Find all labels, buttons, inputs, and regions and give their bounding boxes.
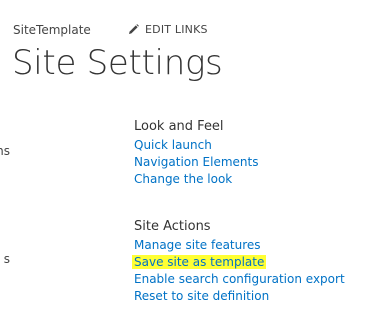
list-item: Quick launch bbox=[134, 137, 258, 154]
section-heading-look-and-feel: Look and Feel bbox=[134, 119, 224, 134]
list-item: Enable search configuration export bbox=[134, 271, 345, 288]
list-item: Change the look bbox=[134, 171, 258, 188]
look-and-feel-links: Quick launch Navigation Elements Change … bbox=[134, 137, 258, 188]
site-settings-page: SiteTemplate EDIT LINKS Site Settings ns… bbox=[0, 0, 378, 322]
list-item: Save site as template bbox=[132, 254, 345, 271]
link-manage-site-features[interactable]: Manage site features bbox=[134, 238, 261, 252]
site-actions-links: Manage site features Save site as templa… bbox=[132, 237, 345, 305]
section-heading-site-actions: Site Actions bbox=[134, 219, 211, 234]
breadcrumb-site-name[interactable]: SiteTemplate bbox=[13, 23, 91, 37]
list-item: Manage site features bbox=[134, 237, 345, 254]
page-title: Site Settings bbox=[12, 43, 223, 83]
list-item: Reset to site definition bbox=[134, 288, 345, 305]
edit-links-label: EDIT LINKS bbox=[145, 23, 208, 36]
link-quick-launch[interactable]: Quick launch bbox=[134, 138, 212, 152]
link-save-site-as-template[interactable]: Save site as template bbox=[132, 255, 267, 269]
list-item: Navigation Elements bbox=[134, 154, 258, 171]
clipped-left-text: s bbox=[3, 252, 10, 266]
link-change-the-look[interactable]: Change the look bbox=[134, 172, 232, 186]
clipped-left-text: ns bbox=[0, 144, 10, 158]
link-reset-to-site-definition[interactable]: Reset to site definition bbox=[134, 289, 269, 303]
link-enable-search-configuration-export[interactable]: Enable search configuration export bbox=[134, 272, 345, 286]
edit-links-button[interactable]: EDIT LINKS bbox=[128, 23, 208, 36]
link-navigation-elements[interactable]: Navigation Elements bbox=[134, 155, 258, 169]
pencil-icon bbox=[128, 24, 139, 35]
